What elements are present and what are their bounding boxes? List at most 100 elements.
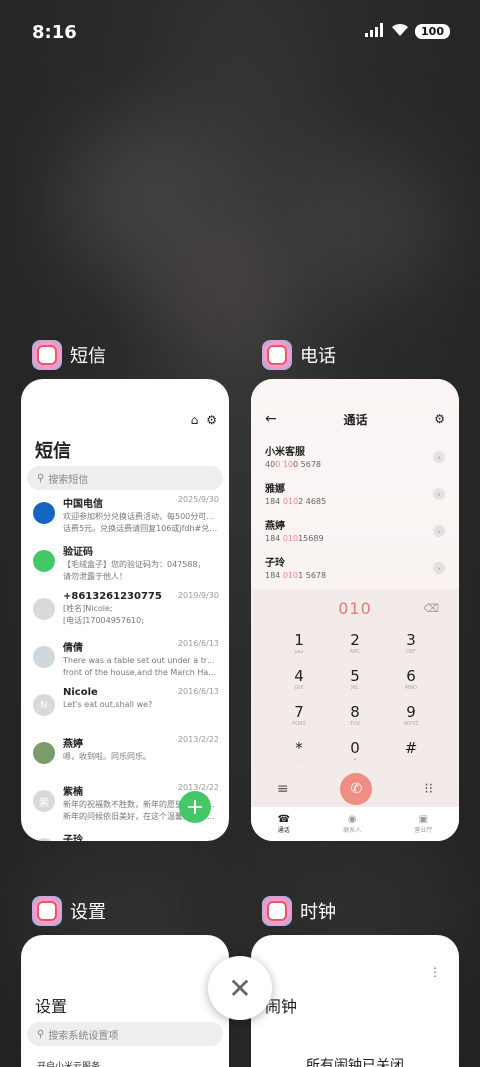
cleanup-icon[interactable]: ⌂	[191, 413, 199, 427]
message-preview: 话费5元。兑换话费请回复106或jfdh#兑换...	[63, 524, 219, 533]
contact-number: 184 0102 4685	[265, 497, 327, 506]
call-button[interactable]: ✆	[340, 773, 373, 805]
tab-item[interactable]: ◉ 联系人	[343, 814, 361, 834]
dial-key[interactable]: 3 DEF	[383, 631, 439, 661]
status-bar: 8:16 100	[0, 0, 480, 68]
contact-name: 子玲	[63, 835, 83, 841]
dial-key[interactable]: 9 WXYZ	[383, 703, 439, 733]
contact-item[interactable]: 小米客服 400 100 5678 ›	[265, 443, 445, 479]
message-date: 2013/2/22	[177, 735, 219, 744]
recent-card-settings[interactable]: 设置 ⚲ 搜索系统设置项 开启小米云服务	[21, 935, 229, 1067]
messages-app-icon	[32, 340, 62, 370]
search-input[interactable]: ⚲ 搜索系统设置项	[27, 1022, 223, 1046]
wifi-icon	[391, 22, 409, 41]
list-item[interactable]: N Nicole 2016/6/13 Let's eat out,shall w…	[21, 687, 229, 735]
contact-name: 小米客服	[265, 447, 305, 458]
message-date: 2025/9/30	[177, 495, 219, 504]
contact-name: 验证码	[63, 547, 93, 558]
dial-key[interactable]: 8 TUV	[327, 703, 383, 733]
app-name-messages: 短信	[70, 346, 106, 367]
contact-name: 倩倩	[63, 643, 83, 654]
avatar: 紫	[33, 790, 55, 812]
list-item[interactable]: 子 子玲 10分整念9到的你，8张照片7张是你，6只小 狗5只像你，4颗星3颗是…	[21, 831, 229, 841]
tab-item[interactable]: ▣ 营业厅	[414, 814, 432, 834]
dial-key[interactable]: 5 JKL	[327, 667, 383, 697]
message-preview: Let's eat out,shall we?	[63, 700, 153, 709]
app-header-phone[interactable]: 电话	[262, 340, 336, 370]
message-preview: There was a table set out under a tree i…	[63, 656, 219, 665]
contact-number: 184 0101 5678	[265, 571, 327, 580]
settings-app-icon	[32, 896, 62, 926]
page-title: 设置	[35, 997, 68, 1016]
chevron-right-icon[interactable]: ›	[433, 488, 445, 500]
battery-icon: 100	[415, 24, 450, 39]
recent-card-phone[interactable]: ← 通话 ⚙ 小米客服 400 100 5678 › 雅娜 184 0102 4…	[251, 379, 459, 841]
contact-number: 400 100 5678	[265, 460, 321, 469]
contact-name: +8613261230775	[63, 591, 162, 602]
contact-item[interactable]: 雅娜 184 0102 4685 ›	[265, 480, 445, 516]
message-preview: 【毛绒盒子】您的验证码为：047588，	[63, 560, 206, 569]
tab-icon: ◉	[347, 814, 357, 825]
app-header-settings[interactable]: 设置	[32, 896, 106, 926]
contact-name: Nicole	[63, 687, 98, 698]
list-item[interactable]: +8613261230775 2019/9/30 [姓名]Nicole; [电话…	[21, 591, 229, 639]
avatar	[33, 502, 55, 524]
dial-key[interactable]: #	[383, 739, 439, 769]
app-header-clock[interactable]: 时钟	[262, 896, 336, 926]
recent-card-messages[interactable]: ⌂ ⚙ 短信 ⚲ 搜索短信 中国电信 2025/9/30 欢迎参加积分兑换话费活…	[21, 379, 229, 841]
tab-icon: ☎	[277, 814, 291, 825]
backspace-icon[interactable]: ⌫	[423, 602, 439, 615]
search-input[interactable]: ⚲ 搜索短信	[27, 466, 223, 490]
message-preview: [电话]17004957610;	[63, 616, 144, 625]
avatar: 子	[33, 838, 55, 841]
tab-item[interactable]: ☎ 通话	[278, 814, 290, 834]
dial-key[interactable]: 4 GHI	[271, 667, 327, 697]
settings-item-cloud[interactable]: 开启小米云服务	[37, 1059, 100, 1067]
gear-icon[interactable]: ⚙	[206, 413, 217, 427]
search-icon: ⚲	[37, 1028, 45, 1040]
close-all-button[interactable]: ✕	[208, 956, 272, 1020]
gear-icon[interactable]: ⚙	[434, 412, 445, 426]
avatar: N	[33, 694, 55, 716]
message-preview: 欢迎参加积分兑换话费活动，每500分可兑换	[63, 512, 219, 521]
message-date: 2016/6/13	[177, 687, 219, 696]
contact-name: 燕婷	[265, 521, 285, 532]
menu-icon[interactable]: ≡	[277, 781, 289, 797]
back-arrow-icon[interactable]: ←	[265, 411, 277, 427]
alarm-status: 所有闹钟已关闭	[306, 1058, 404, 1067]
page-title: 通话	[343, 412, 368, 427]
bottom-tabs: ☎ 通话 ◉ 联系人 ▣ 营业厅	[251, 807, 459, 841]
chevron-right-icon[interactable]: ›	[433, 451, 445, 463]
status-time: 8:16	[32, 22, 77, 43]
message-preview: front of the house,and the March Hare an…	[63, 668, 219, 677]
keypad-icon[interactable]: ⁝⁝	[424, 781, 433, 797]
tab-icon: ▣	[418, 814, 429, 825]
contact-item[interactable]: 子玲 184 0101 5678 ›	[265, 554, 445, 590]
message-preview: [姓名]Nicole;	[63, 604, 113, 613]
recent-card-clock[interactable]: ⋮ 闹钟 所有闹钟已关闭	[251, 935, 459, 1067]
list-item[interactable]: 验证码 【毛绒盒子】您的验证码为：047588， 请勿泄露于他人！	[21, 543, 229, 591]
more-icon[interactable]: ⋮	[429, 965, 441, 979]
list-item[interactable]: 倩倩 2016/6/13 There was a table set out u…	[21, 639, 229, 687]
list-item[interactable]: 中国电信 2025/9/30 欢迎参加积分兑换话费活动，每500分可兑换 话费5…	[21, 495, 229, 543]
chevron-right-icon[interactable]: ›	[433, 562, 445, 574]
app-header-messages[interactable]: 短信	[32, 340, 106, 370]
dial-key[interactable]: 0 +	[327, 739, 383, 769]
dial-key[interactable]: 6 MNO	[383, 667, 439, 697]
contact-number: 184 01015689	[265, 534, 324, 543]
dial-key[interactable]: 2 ABC	[327, 631, 383, 661]
new-message-button[interactable]: +	[179, 791, 211, 823]
list-item[interactable]: 燕婷 2013/2/22 嗯，收到啦。同乐同乐。	[21, 735, 229, 783]
dial-key[interactable]: 1 ωω	[271, 631, 327, 661]
message-date: 2019/9/30	[177, 591, 219, 600]
app-name-clock: 时钟	[300, 902, 336, 923]
contact-name: 中国电信	[63, 499, 103, 510]
dial-key[interactable]: 7 PQRS	[271, 703, 327, 733]
dial-key[interactable]: *,	[271, 739, 327, 769]
message-date: 2016/6/13	[177, 639, 219, 648]
contact-name: 雅娜	[265, 484, 285, 495]
chevron-right-icon[interactable]: ›	[433, 525, 445, 537]
dialpad: 010 ⌫ 1 ωω 2 ABC 3 DEF 4 GHI 5 JKL 6 MNO 7 PQRS 8 TUV 9 W…	[251, 589, 459, 841]
contact-item[interactable]: 燕婷 184 01015689 ›	[265, 517, 445, 553]
contact-name: 紫楠	[63, 787, 83, 798]
